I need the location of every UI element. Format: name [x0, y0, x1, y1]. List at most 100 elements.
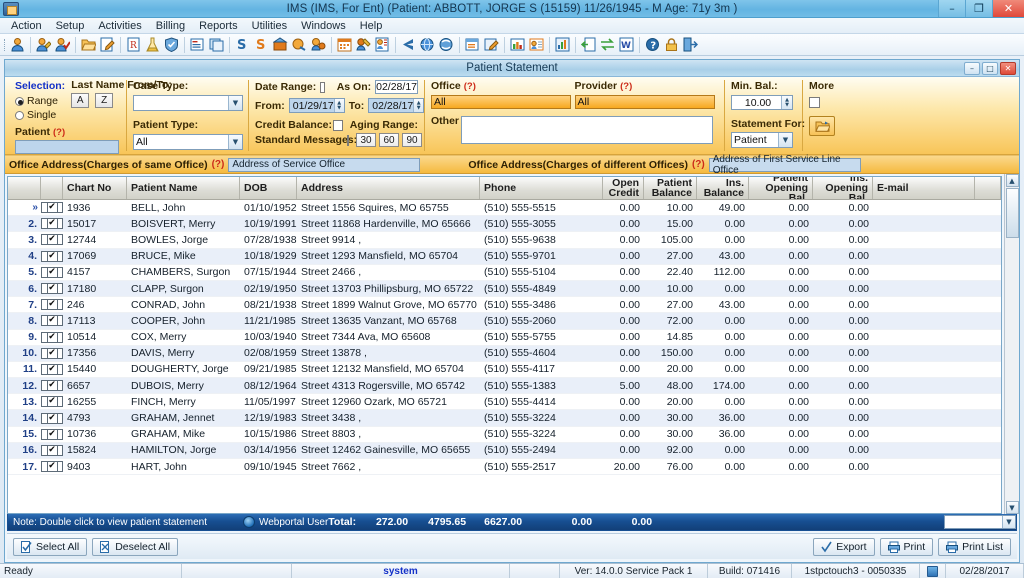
same-office-address-value[interactable]: Address of Service Office — [228, 157, 421, 172]
report-window-icon[interactable] — [464, 36, 481, 53]
row-checkbox[interactable]: ✔ — [46, 332, 58, 342]
column-header-ins-balance[interactable]: Ins. Balance — [697, 177, 749, 199]
row-checkbox[interactable]: ✔ — [46, 284, 58, 294]
table-row[interactable]: 10. ✔ 17356 DAVIS, Merry 02/08/1959 Street 13… — [8, 345, 1001, 362]
lock-icon[interactable] — [663, 36, 680, 53]
edit-note-icon[interactable] — [99, 36, 116, 53]
table-row[interactable]: ›› ✔ 1936 BELL, John 01/10/1952 Street 1556 S… — [8, 200, 1001, 217]
patient-type-select[interactable]: All ▼ — [133, 134, 243, 150]
min-bal-spinner[interactable]: ▲ ▼ — [781, 96, 792, 109]
row-checkbox[interactable]: ✔ — [46, 381, 58, 391]
column-header-phone[interactable]: Phone — [480, 177, 603, 199]
column-header-patient-name[interactable]: Patient Name — [127, 177, 240, 199]
menu-item-utilities[interactable]: Utilities — [245, 19, 294, 33]
select-all-button[interactable]: Select All — [13, 537, 88, 556]
word-export-icon[interactable]: W — [618, 36, 635, 53]
shield-icon[interactable] — [163, 36, 180, 53]
row-checkbox[interactable]: ✔ — [46, 413, 58, 423]
patient-help-icon[interactable]: (?) — [53, 127, 65, 138]
table-row[interactable]: 12. ✔ 6657 DUBOIS, Merry 08/12/1964 Street 43… — [8, 378, 1001, 395]
exchange-icon[interactable] — [599, 36, 616, 53]
table-row[interactable]: 11. ✔ 15440 DOUGHERTY, Jorge 09/21/1985 Stree… — [8, 362, 1001, 379]
deselect-all-button[interactable]: Deselect All — [92, 537, 179, 556]
table-row[interactable]: 15. ✔ 10736 GRAHAM, Mike 10/15/1986 Street 88… — [8, 427, 1001, 443]
row-checkbox[interactable]: ✔ — [46, 267, 58, 277]
row-checkbox-cell[interactable]: ✔ — [41, 428, 63, 440]
table-row[interactable]: 6. ✔ 17180 CLAPP, Surgon 02/19/1950 Street 13… — [8, 280, 1001, 298]
column-header-dob[interactable]: DOB — [240, 177, 297, 199]
row-checkbox[interactable]: ✔ — [46, 364, 58, 374]
globe-sync-icon[interactable] — [438, 36, 455, 53]
chevron-down-icon[interactable]: ▼ — [228, 96, 242, 110]
table-row[interactable]: 14. ✔ 4793 GRAHAM, Jennet 12/19/1983 Street 3… — [8, 410, 1001, 427]
provider-select[interactable]: All — [574, 95, 715, 109]
row-checkbox-cell[interactable]: ✔ — [41, 347, 63, 359]
prescription-icon[interactable]: R — [125, 36, 142, 53]
grid-body[interactable]: ›› ✔ 1936 BELL, John 01/10/1952 Street 1556 S… — [8, 200, 1001, 513]
to-date-spinner[interactable]: ▲ ▼ — [413, 99, 424, 112]
print-list-button[interactable]: Print List — [938, 537, 1011, 556]
row-checkbox-cell[interactable]: ✔ — [41, 283, 63, 295]
row-checkbox[interactable]: ✔ — [46, 348, 58, 358]
import-icon[interactable] — [580, 36, 597, 53]
row-checkbox[interactable]: ✔ — [46, 203, 58, 213]
menu-item-help[interactable]: Help — [353, 19, 390, 33]
row-checkbox-cell[interactable]: ✔ — [41, 266, 63, 278]
row-checkbox[interactable]: ✔ — [46, 462, 58, 472]
scroll-up-button[interactable]: ▲ — [1005, 174, 1019, 187]
menu-item-reports[interactable]: Reports — [192, 19, 245, 33]
report-edit-icon[interactable] — [483, 36, 500, 53]
row-checkbox-cell[interactable]: ✔ — [41, 218, 63, 230]
row-checkbox-cell[interactable]: ✔ — [41, 444, 63, 456]
patient-icon[interactable] — [9, 36, 26, 53]
app-tray-icon[interactable] — [927, 565, 938, 577]
scroll-down-button[interactable]: ▼ — [1005, 501, 1019, 514]
status-tray[interactable] — [920, 564, 946, 578]
table-row[interactable]: 5. ✔ 4157 CHAMBERS, Surgon 07/15/1944 Street … — [8, 265, 1001, 281]
row-checkbox-cell[interactable]: ✔ — [41, 461, 63, 473]
bar-chart-icon[interactable] — [509, 36, 526, 53]
chevron-down-icon[interactable]: ▼ — [1002, 516, 1015, 528]
credit-balance-checkbox[interactable] — [333, 119, 343, 131]
as-on-input[interactable]: 02/28/17 — [375, 80, 418, 94]
date-range-checkbox[interactable] — [320, 81, 325, 93]
exit-icon[interactable] — [682, 36, 699, 53]
print-button[interactable]: Print — [879, 537, 934, 556]
chevron-down-icon[interactable]: ▼ — [228, 135, 242, 149]
row-checkbox[interactable]: ✔ — [46, 429, 58, 439]
table-row[interactable]: 16. ✔ 15824 HAMILTON, Jorge 03/14/1956 Street… — [8, 442, 1001, 459]
back-arrow-icon[interactable] — [400, 36, 417, 53]
menu-item-action[interactable]: Action — [4, 19, 49, 33]
table-row[interactable]: 3. ✔ 12744 BOWLES, Jorge 07/28/1938 Street 99… — [8, 232, 1001, 249]
aging-button-60[interactable]: 60 — [379, 133, 399, 147]
row-checkbox-cell[interactable]: ✔ — [41, 234, 63, 246]
appointment-book-icon[interactable] — [374, 36, 391, 53]
aging-button-30[interactable]: 30 — [356, 133, 376, 147]
toolbar-grip[interactable] — [2, 37, 8, 53]
table-row[interactable]: 4. ✔ 17069 BRUCE, Mike 10/18/1929 Street 1293… — [8, 248, 1001, 265]
scroll-thumb[interactable] — [1005, 188, 1019, 238]
patient-check-icon[interactable] — [54, 36, 71, 53]
open-folder-icon[interactable] — [809, 116, 835, 136]
row-checkbox-cell[interactable]: ✔ — [41, 363, 63, 375]
office-select[interactable]: All — [431, 95, 571, 109]
lastname-to-button[interactable]: Z — [95, 93, 114, 108]
claim-icon[interactable] — [291, 36, 308, 53]
row-checkbox[interactable]: ✔ — [46, 219, 58, 229]
patient-edit-icon[interactable] — [35, 36, 52, 53]
table-row[interactable]: 7. ✔ 246 CONRAD, John 08/21/1938 Street 1899 … — [8, 297, 1001, 314]
open-folder-icon[interactable] — [80, 36, 97, 53]
row-checkbox[interactable]: ✔ — [46, 251, 58, 261]
row-checkbox-cell[interactable]: ✔ — [41, 396, 63, 408]
row-checkbox-cell[interactable]: ✔ — [41, 250, 63, 262]
export-button[interactable]: Export — [813, 537, 875, 556]
contact-card-icon[interactable] — [528, 36, 545, 53]
row-checkbox-cell[interactable]: ✔ — [41, 315, 63, 327]
row-checkbox[interactable]: ✔ — [46, 235, 58, 245]
column-header-email[interactable]: E-mail — [873, 177, 975, 199]
analytics-icon[interactable] — [554, 36, 571, 53]
lastname-from-button[interactable]: A — [71, 93, 90, 108]
row-checkbox[interactable]: ✔ — [46, 397, 58, 407]
row-checkbox[interactable]: ✔ — [46, 316, 58, 326]
insurance-icon[interactable] — [310, 36, 327, 53]
